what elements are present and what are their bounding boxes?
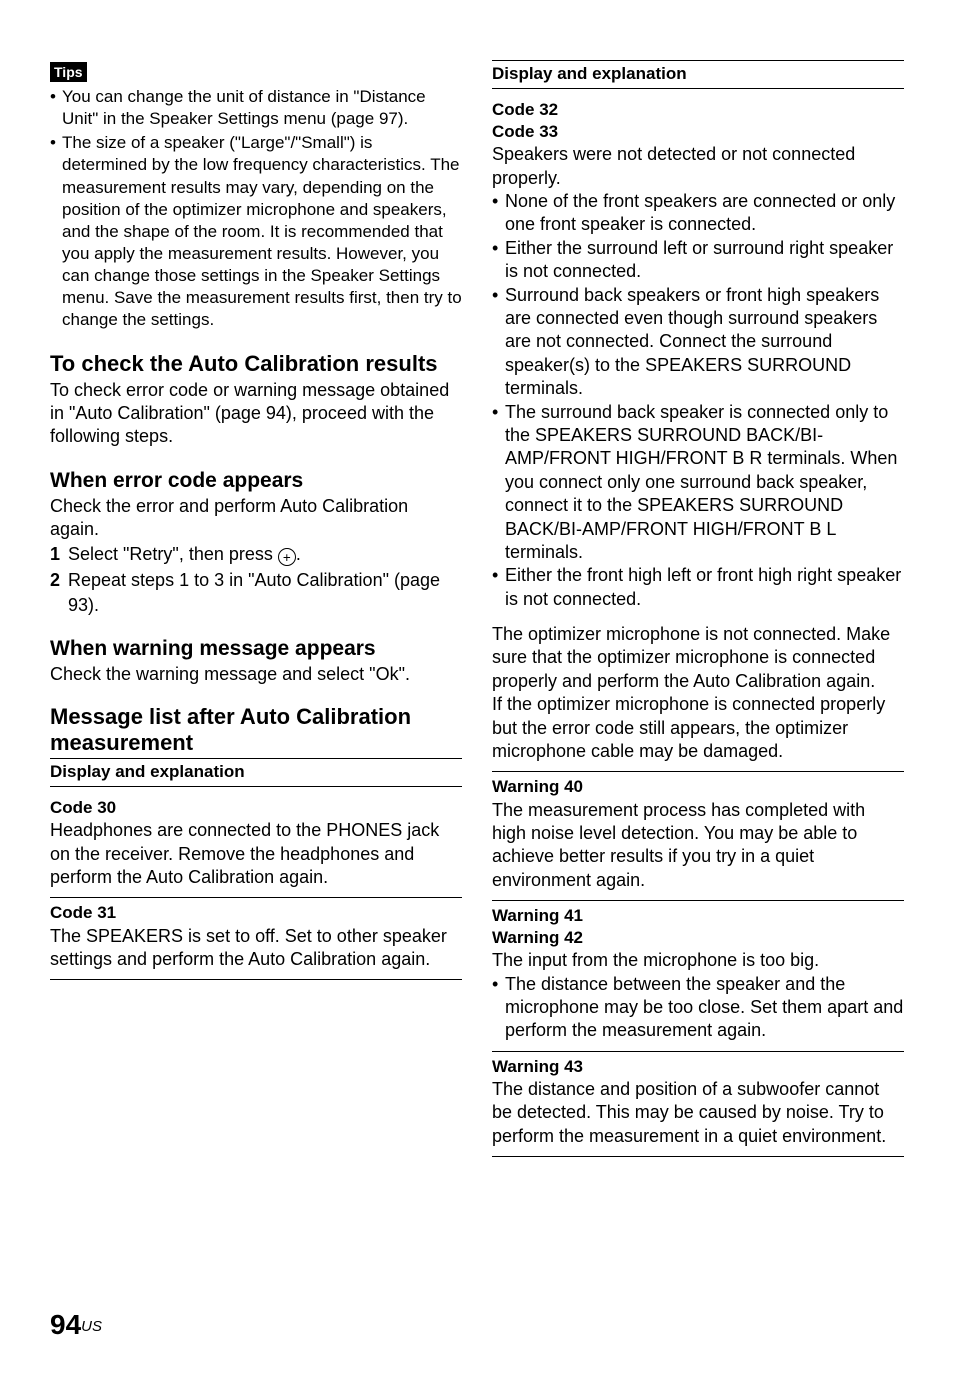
code33-para1: The optimizer microphone is not connecte…	[492, 623, 904, 693]
tips-list: You can change the unit of distance in "…	[50, 86, 462, 331]
heading-message-list: Message list after Auto Calibration meas…	[50, 704, 462, 755]
warning42-title: Warning 42	[492, 927, 904, 949]
bullet-item: None of the front speakers are connected…	[492, 190, 904, 237]
bullet-item: Surround back speakers or front high spe…	[492, 284, 904, 401]
table-header: Display and explanation	[50, 758, 462, 787]
code32-33-cell: Code 32 Code 33 Speakers were not detect…	[492, 95, 904, 772]
body-error-code: Check the error and perform Auto Calibra…	[50, 495, 462, 542]
code30-body: Headphones are connected to the PHONES j…	[50, 819, 462, 889]
bullet-item: Either the front high left or front high…	[492, 564, 904, 611]
page-number: 94US	[50, 1307, 102, 1343]
step-item: 1 Select "Retry", then press +.	[50, 542, 462, 567]
code31-title: Code 31	[50, 902, 462, 924]
heading-check-results: To check the Auto Calibration results	[50, 351, 462, 376]
heading-warning-msg: When warning message appears	[50, 637, 462, 661]
code30-title: Code 30	[50, 797, 462, 819]
body-warning-msg: Check the warning message and select "Ok…	[50, 663, 462, 686]
body-check-results: To check error code or warning message o…	[50, 379, 462, 449]
code31-cell: Code 31 The SPEAKERS is set to off. Set …	[50, 898, 462, 980]
code31-body: The SPEAKERS is set to off. Set to other…	[50, 925, 462, 972]
code32-intro: Speakers were not detected or not connec…	[492, 143, 904, 190]
warning40-body: The measurement process has completed wi…	[492, 799, 904, 893]
step-text: Select "Retry", then press	[68, 544, 278, 564]
page-number-value: 94	[50, 1309, 81, 1340]
two-column-layout: Tips You can change the unit of distance…	[50, 60, 904, 1157]
steps-list: 1 Select "Retry", then press +. 2 Repeat…	[50, 542, 462, 617]
code33-title: Code 33	[492, 121, 904, 143]
warning43-cell: Warning 43 The distance and position of …	[492, 1052, 904, 1157]
page-region: US	[81, 1318, 102, 1335]
tip-item: The size of a speaker ("Large"/"Small") …	[50, 132, 462, 331]
warning40-cell: Warning 40 The measurement process has c…	[492, 772, 904, 901]
step-text: Repeat steps 1 to 3 in "Auto Calibration…	[68, 570, 440, 614]
warning41-bulletlist: The distance between the speaker and the…	[492, 973, 904, 1043]
right-column: Display and explanation Code 32 Code 33 …	[492, 60, 904, 1157]
code32-bulletlist: None of the front speakers are connected…	[492, 190, 904, 611]
warning41-42-cell: Warning 41 Warning 42 The input from the…	[492, 901, 904, 1052]
tips-badge: Tips	[50, 62, 87, 82]
heading-error-code: When error code appears	[50, 469, 462, 493]
code30-cell: Code 30 Headphones are connected to the …	[50, 793, 462, 898]
warning40-title: Warning 40	[492, 776, 904, 798]
code33-para2: If the optimizer microphone is connected…	[492, 693, 904, 763]
warning41-intro: The input from the microphone is too big…	[492, 949, 904, 972]
table-header: Display and explanation	[492, 60, 904, 89]
warning41-title: Warning 41	[492, 905, 904, 927]
warning43-body: The distance and position of a subwoofer…	[492, 1078, 904, 1148]
step-number: 1	[50, 542, 60, 566]
left-column: Tips You can change the unit of distance…	[50, 60, 462, 1157]
warning43-title: Warning 43	[492, 1056, 904, 1078]
plus-icon: +	[278, 548, 296, 566]
step-item: 2 Repeat steps 1 to 3 in "Auto Calibrati…	[50, 568, 462, 617]
bullet-item: Either the surround left or surround rig…	[492, 237, 904, 284]
bullet-item: The distance between the speaker and the…	[492, 973, 904, 1043]
bullet-item: The surround back speaker is connected o…	[492, 401, 904, 565]
tip-item: You can change the unit of distance in "…	[50, 86, 462, 130]
code32-title: Code 32	[492, 99, 904, 121]
step-text-end: .	[296, 544, 301, 564]
step-number: 2	[50, 568, 60, 592]
